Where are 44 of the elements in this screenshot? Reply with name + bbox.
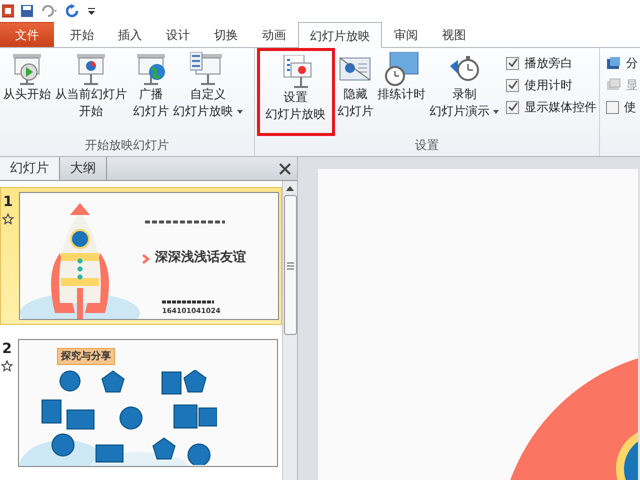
ribbon-tab[interactable]: 审阅 (382, 22, 430, 47)
ribbon-button[interactable]: 录制 幻灯片演示 (428, 52, 500, 120)
checkbox[interactable] (506, 56, 520, 70)
ribbon-tab[interactable]: 切换 (202, 22, 250, 47)
screen-stopwatch-icon (384, 52, 420, 86)
ribbon-button[interactable]: 从当前幻灯片 开始 (54, 52, 128, 120)
group-label: 开始放映幻灯片 (84, 137, 170, 154)
checkbox[interactable] (506, 78, 520, 92)
ribbon-button[interactable]: 隐藏 幻灯片 (336, 52, 375, 120)
star-icon (1, 360, 13, 372)
ribbon-button[interactable]: 设置 幻灯片放映 (256, 48, 335, 136)
ribbon-button[interactable]: 自定义 幻灯片放映 (172, 52, 244, 120)
scrollbar-thumb[interactable] (284, 195, 296, 335)
checkbox[interactable] (506, 100, 520, 114)
ribbon-tab[interactable]: 幻灯片放映 (298, 22, 382, 48)
file-menu-button[interactable]: 文件 (0, 22, 54, 47)
undo-icon[interactable] (40, 4, 60, 18)
ribbon-button[interactable]: 从头开始 (2, 52, 52, 103)
pane-tab[interactable]: 幻灯片 (0, 157, 60, 180)
slide-number: 1 (3, 193, 13, 212)
monitors-icon (606, 56, 621, 70)
slide-title: 深深浅浅话友谊 (155, 248, 246, 267)
group-label: 设置 (414, 137, 440, 154)
checkbox-label[interactable]: 使用计时 (524, 76, 572, 94)
ribbon-tab[interactable]: 插入 (106, 22, 154, 47)
star-icon (2, 213, 14, 225)
ribbon-tab[interactable]: 动画 (250, 22, 298, 47)
ribbon-tab[interactable]: 设计 (154, 22, 202, 47)
redo-icon[interactable] (66, 4, 80, 18)
pane-tab[interactable]: 大纲 (60, 157, 107, 180)
monitor-icon (606, 78, 621, 92)
slide-title: 探究与分享 (57, 348, 115, 365)
checkbox-label[interactable]: 使 (624, 98, 636, 116)
ribbon-tab[interactable]: 开始 (58, 22, 106, 47)
ribbon-button[interactable]: 排练计时 (376, 52, 427, 103)
ribbon-button[interactable]: 分 (626, 54, 638, 72)
ribbon-tab[interactable]: 视图 (430, 22, 478, 47)
ribbon-button[interactable]: 广播 幻灯片 (132, 52, 170, 120)
slide-number: 2 (2, 340, 12, 359)
checkbox-label[interactable]: 播放旁白 (524, 54, 572, 72)
checkbox-label[interactable]: 显示媒体控件 (524, 98, 596, 116)
close-icon[interactable] (279, 163, 291, 175)
save-icon[interactable] (20, 4, 34, 18)
checkbox[interactable] (606, 100, 619, 114)
